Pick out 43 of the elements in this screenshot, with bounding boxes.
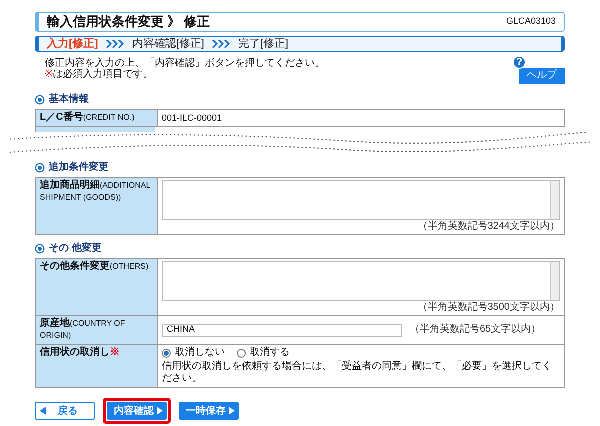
- bullet-icon: [35, 163, 45, 173]
- step-label: 入力[修正]: [47, 36, 98, 52]
- value-cell: 001-ILC-00001: [158, 110, 564, 126]
- step-label: 内容確認[修正]: [132, 36, 204, 52]
- scrollbar[interactable]: [550, 262, 559, 300]
- text-area[interactable]: [162, 180, 560, 220]
- radio-button[interactable]: [162, 348, 171, 358]
- hint-text: （半角英数記号65文字以内）: [410, 324, 542, 336]
- scrollbar[interactable]: [550, 181, 559, 219]
- note-text: 信用状の取消しを依頼する場合には、「受益者の同意」欄にて、「必要」を選択してください。: [162, 361, 553, 385]
- label-cell: 追加商品明細(ADDITIONAL SHIPMENT (GOODS)): [36, 178, 158, 234]
- bullet-icon: [35, 244, 45, 254]
- label-cell: 原産地(COUNTRY OF ORIGIN): [36, 316, 158, 344]
- right-triangle-icon: [157, 407, 163, 415]
- text-area[interactable]: [162, 261, 560, 301]
- page-title: 輸入信用状条件変更 》 修正: [47, 13, 210, 32]
- label-cell: L／C番号(CREDIT NO.): [36, 110, 158, 126]
- label-cell: 信用状の取消し※: [36, 344, 158, 388]
- help-icon: ?: [513, 56, 526, 69]
- screen-id: GLCA03103: [506, 15, 556, 28]
- left-triangle-icon: [40, 407, 46, 415]
- input-field[interactable]: CHINA: [162, 324, 402, 336]
- back-button[interactable]: 戻る: [35, 402, 95, 420]
- help-button[interactable]: ヘルプ: [519, 68, 565, 84]
- section-title: 基本情報: [49, 94, 89, 106]
- right-triangle-icon: [229, 407, 235, 415]
- radio-option[interactable]: 取消しない: [162, 347, 225, 359]
- action-button[interactable]: 一時保存: [179, 402, 239, 420]
- chevrons-icon: [212, 40, 230, 48]
- action-button[interactable]: 内容確認: [107, 402, 167, 420]
- chevrons-icon: [106, 40, 124, 48]
- instruction-text: 修正内容を入力の上、「内容確認」ボタンを押してください。: [45, 58, 325, 69]
- section-title: 追加条件変更: [49, 162, 109, 174]
- section-title: その 他変更: [49, 243, 102, 255]
- hint-text: （半角英数記号3500文字以内）: [416, 302, 560, 313]
- radio-option[interactable]: 取消する: [237, 347, 290, 359]
- radio-button[interactable]: [237, 348, 246, 358]
- bullet-icon: [35, 95, 45, 105]
- hint-text: （半角英数記号3244文字以内）: [416, 221, 560, 232]
- label-cell: その他条件変更(OTHERS): [36, 258, 158, 316]
- instruction-text: は必須入力項目です。: [53, 69, 153, 80]
- required-mark: ※: [45, 69, 53, 80]
- step-label: 完了[修正]: [238, 36, 289, 52]
